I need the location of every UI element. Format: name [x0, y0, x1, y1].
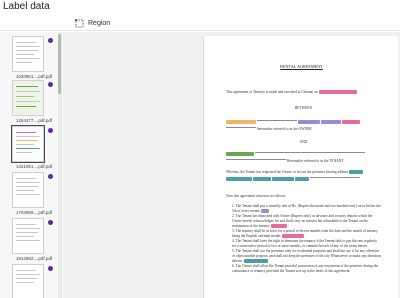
- thumbnail-page-image: [12, 264, 44, 298]
- owner-paragraph: hereinafter referred to as the OWNER: [226, 118, 381, 132]
- region-label: Region: [88, 19, 111, 27]
- property-address-highlight[interactable]: [226, 177, 252, 182]
- between-heading: BETWEEN: [294, 106, 313, 110]
- conditions-heading: Now this agreement witnesses as follows:: [226, 194, 287, 198]
- clause-item: 4. The Tenant shall have the right to te…: [232, 239, 377, 248]
- toolbar: Region: [0, 14, 400, 31]
- and-heading: AND: [299, 140, 308, 144]
- thumbnail-filename: 1812562....pdf.pdf: [15, 256, 53, 261]
- clause-item: 3. The tenancy shall be in force for a p…: [232, 229, 378, 239]
- thumbnail-page-image: [11, 125, 45, 163]
- labeled-status-dot: [48, 220, 53, 225]
- thumbnail-item[interactable]: 1812562....pdf.pdf: [6, 218, 54, 264]
- thumbnail-page-image: [12, 80, 44, 116]
- thumbnail-page-image: [12, 36, 44, 72]
- property-address-highlight[interactable]: [294, 177, 309, 182]
- tenant-paragraph: Hereinafter referred to as the TENANT: [226, 150, 381, 164]
- document-canvas[interactable]: RENTAL AGREEMENT This agreement of Tenan…: [63, 32, 400, 298]
- thumbnail-scrollbar[interactable]: [58, 34, 61, 94]
- thumbnail-item[interactable]: 1020901....pdf.pdf: [6, 36, 54, 82]
- owner-address-highlight[interactable]: [297, 120, 320, 125]
- property-address-highlight[interactable]: [349, 170, 364, 175]
- document-page[interactable]: RENTAL AGREEMENT This agreement of Tenan…: [203, 36, 398, 298]
- thumbnail-filename: 1421061....pdf.pdf: [15, 164, 53, 169]
- labeled-status-dot: [48, 266, 53, 271]
- labeled-status-dot: [48, 82, 53, 87]
- whereas-paragraph: Whereas, the Tenant has requested the Ow…: [226, 170, 381, 182]
- thumbnail-filename: 1020901....pdf.pdf: [15, 74, 53, 79]
- owner-name-highlight[interactable]: [226, 120, 256, 125]
- clause-item: 5. The Tenant shall use the premises onl…: [232, 249, 381, 264]
- deposit-highlight[interactable]: [271, 224, 288, 229]
- owner-address-highlight[interactable]: [341, 120, 360, 125]
- region-button[interactable]: Region: [75, 17, 110, 29]
- page-header: Label data: [0, 0, 400, 14]
- page-title: Label data: [3, 1, 50, 12]
- purpose-highlight[interactable]: [243, 259, 268, 264]
- clause-item: 6. The Owner shall allow the Tenant peac…: [232, 264, 379, 273]
- rent-amount-highlight[interactable]: [261, 209, 270, 214]
- region-select-icon: [75, 18, 84, 28]
- whereas-text: Whereas, the Tenant has requested the Ow…: [226, 170, 349, 174]
- tenant-suffix-text: Hereinafter referred to as the TENANT: [286, 159, 344, 164]
- period-highlight[interactable]: [282, 234, 305, 239]
- thumbnail-filename: 1264477....pdf.pdf: [15, 118, 53, 123]
- thumbnail-item[interactable]: 1704969....pdf.pdf: [6, 172, 54, 218]
- labeled-status-dot: [48, 128, 53, 133]
- property-address-highlight[interactable]: [271, 177, 294, 182]
- date-label-highlight[interactable]: [318, 90, 357, 95]
- clauses-list: 1. The Tenant shall pay a monthly rent o…: [232, 204, 382, 274]
- labeled-status-dot: [48, 174, 53, 179]
- document-thumbnail-list[interactable]: 1020901....pdf.pdf 1264477....pdf.pdf 14…: [0, 32, 62, 298]
- tenant-name-highlight[interactable]: [226, 152, 254, 157]
- document-title: RENTAL AGREEMENT: [280, 64, 323, 69]
- owner-address-highlight[interactable]: [320, 120, 341, 125]
- intro-text: This agreement of Tenancy is made and ex…: [226, 90, 318, 94]
- thumbnail-item[interactable]: [6, 264, 54, 298]
- labeled-status-dot: [48, 38, 53, 43]
- clause-item: 2. The Tenant has deposited with Owner (…: [232, 214, 373, 229]
- thumbnail-page-image: [12, 218, 44, 254]
- thumbnail-filename: 1704969....pdf.pdf: [15, 210, 53, 215]
- thumbnail-item[interactable]: 1264477....pdf.pdf: [6, 80, 54, 126]
- thumbnail-item-selected[interactable]: 1421061....pdf.pdf: [6, 125, 54, 172]
- property-address-highlight[interactable]: [252, 177, 271, 182]
- owner-suffix-text: hereinafter referred to as the OWNER: [256, 127, 312, 132]
- intro-paragraph: This agreement of Tenancy is made and ex…: [226, 90, 381, 95]
- thumbnail-page-image: [12, 172, 44, 208]
- clause-item: 1. The Tenant shall pay a monthly rent o…: [232, 204, 381, 214]
